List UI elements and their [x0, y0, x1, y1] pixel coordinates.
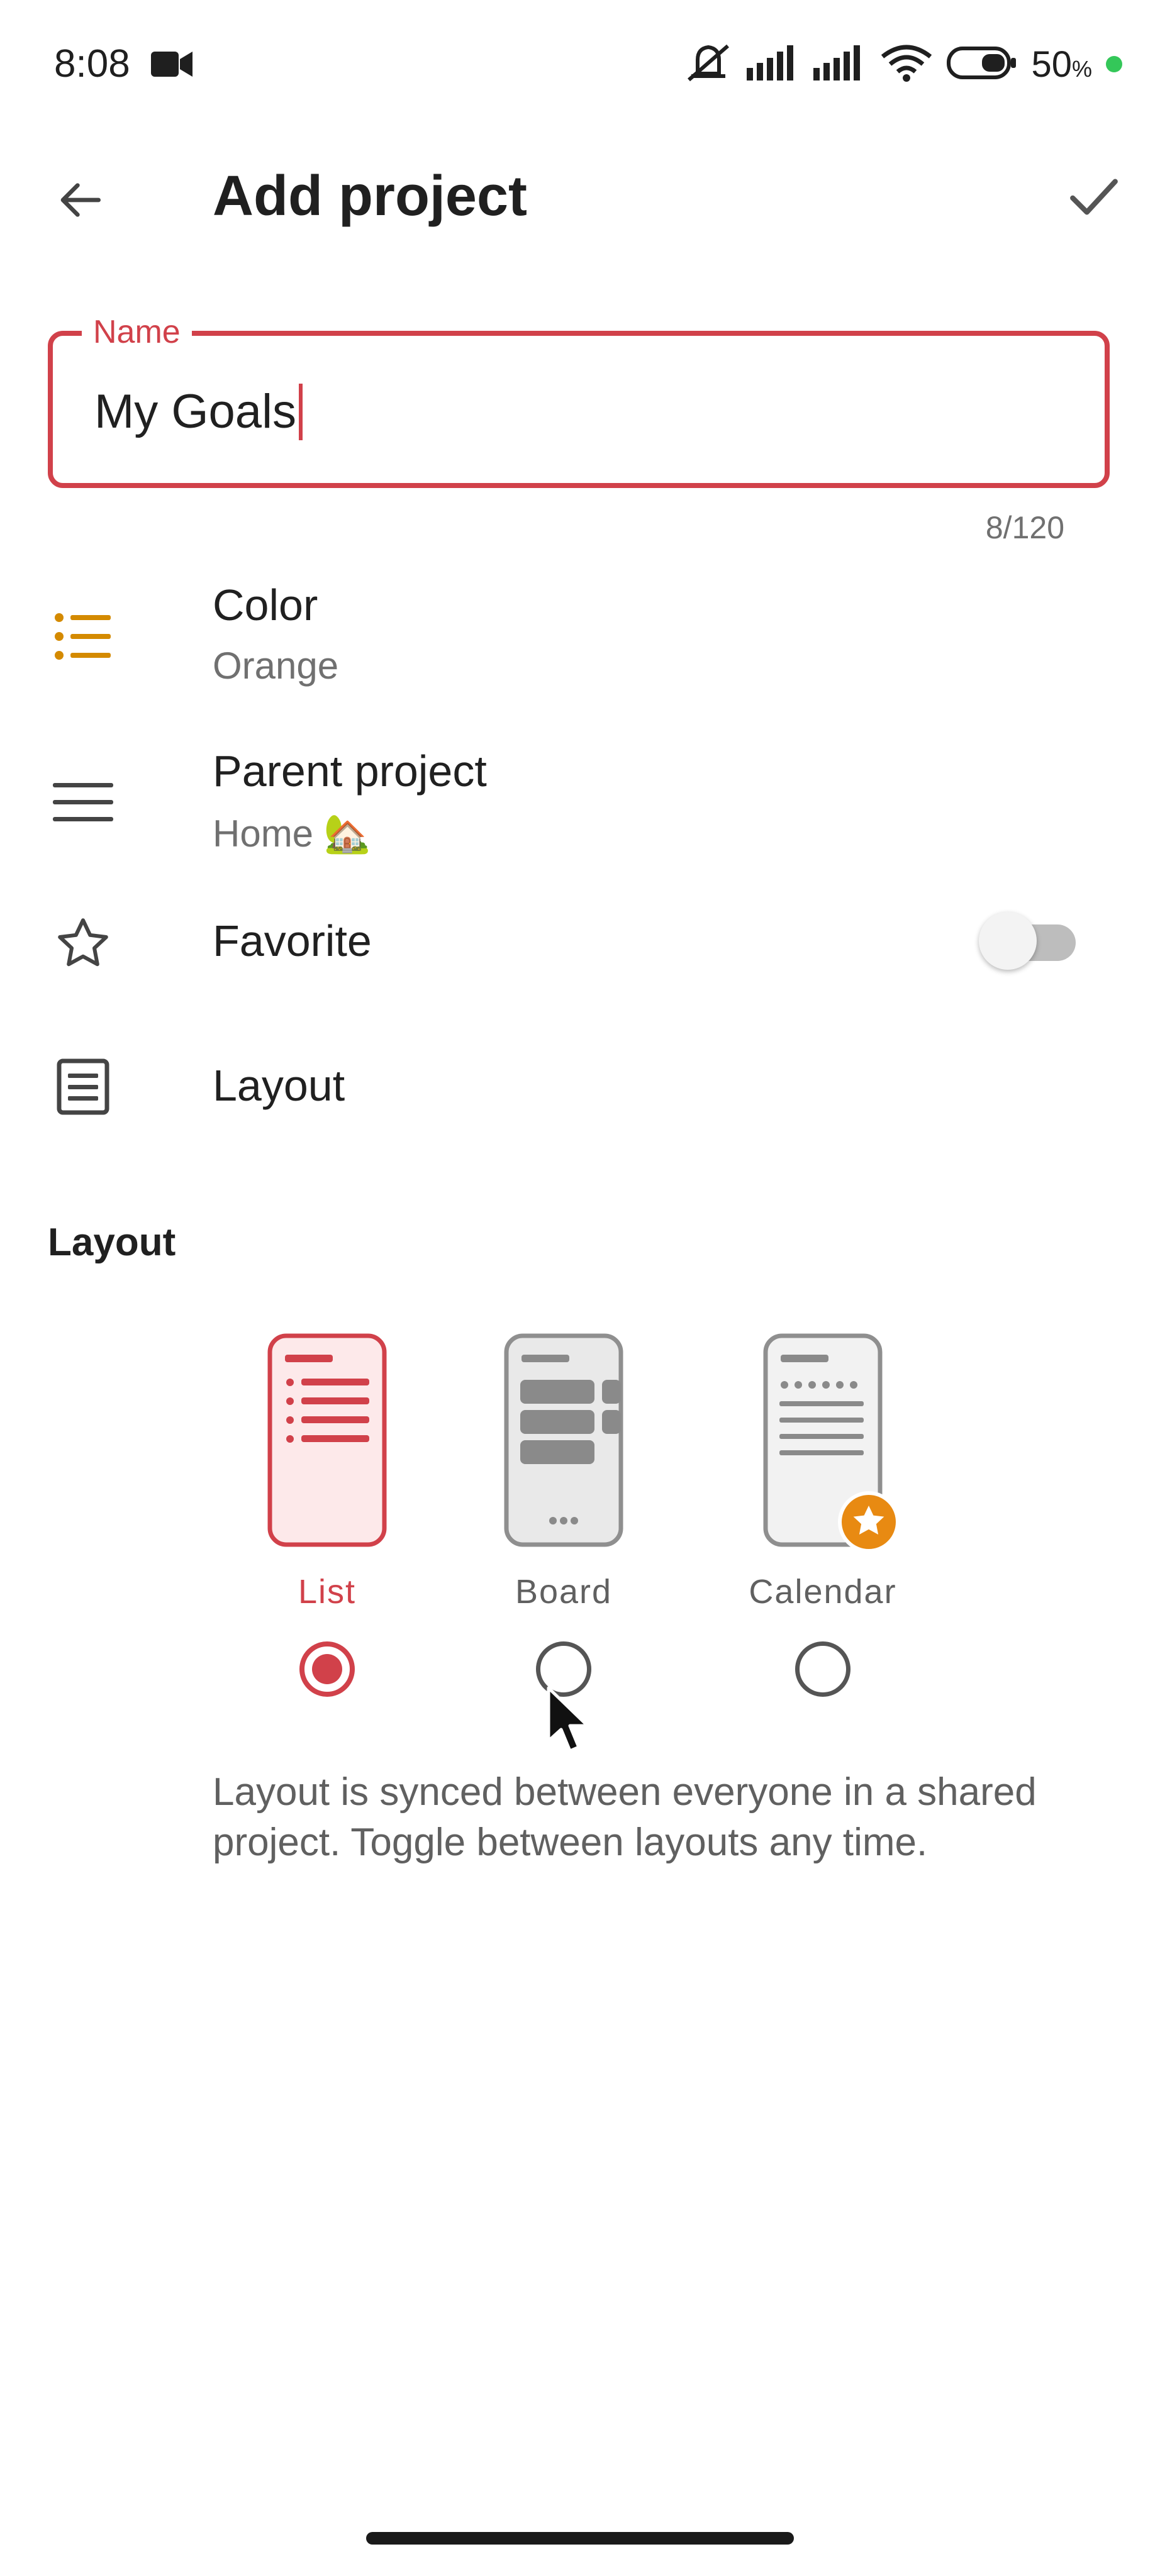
- status-dot: [1106, 56, 1122, 72]
- star-icon: [50, 911, 116, 976]
- name-field-label: Name: [82, 314, 192, 350]
- mute-icon: [684, 42, 733, 87]
- character-counter: 8/120: [985, 510, 1064, 545]
- calendar-label: Calendar: [749, 1573, 897, 1611]
- favorite-toggle-thumb[interactable]: [979, 912, 1037, 970]
- mouse-cursor-icon: [547, 1686, 589, 1753]
- star-badge-icon: [838, 1491, 900, 1553]
- text-caret: [298, 384, 303, 440]
- parent-project-row[interactable]: [0, 740, 1160, 865]
- parent-project-value: Home 🏡: [213, 813, 371, 855]
- list-bullets-icon: [50, 604, 116, 669]
- battery-percent: 50%: [1031, 43, 1092, 85]
- calendar-layout-icon-wrap: [763, 1333, 900, 1553]
- list-radio[interactable]: [299, 1641, 355, 1697]
- name-input-text: My Goals: [94, 385, 296, 438]
- layout-option-board[interactable]: Board: [469, 1333, 658, 1697]
- check-icon: [1070, 179, 1118, 215]
- color-row[interactable]: [0, 574, 1160, 699]
- status-time: 8:08: [54, 42, 130, 86]
- wifi-icon: [880, 44, 933, 85]
- layout-section-header: Layout: [48, 1221, 176, 1264]
- layout-note: Layout is synced between everyone in a s…: [213, 1770, 1037, 1864]
- layout-option-calendar[interactable]: Calendar: [728, 1333, 917, 1697]
- page-title: Add project: [213, 165, 528, 228]
- confirm-button[interactable]: [1053, 156, 1135, 238]
- home-indicator[interactable]: [366, 2532, 794, 2545]
- menu-lines-icon: [50, 770, 116, 835]
- board-layout-icon: [504, 1333, 623, 1547]
- layout-option-list[interactable]: List: [233, 1333, 421, 1697]
- list-layout-icon: [267, 1333, 387, 1547]
- layout-row[interactable]: [0, 1035, 1160, 1136]
- battery-icon: [947, 46, 1017, 82]
- status-icons: 50%: [684, 39, 1122, 89]
- video-camera-icon: [151, 49, 192, 82]
- favorite-title: Favorite: [213, 916, 372, 965]
- color-value: Orange: [213, 645, 339, 687]
- calendar-radio[interactable]: [795, 1641, 850, 1697]
- signal-icon: [747, 45, 800, 84]
- arrow-back-icon: [60, 183, 101, 217]
- board-label: Board: [515, 1573, 613, 1611]
- signal-icon-2: [813, 45, 866, 84]
- list-label: List: [298, 1573, 357, 1611]
- color-title: Color: [213, 580, 318, 630]
- back-button[interactable]: [44, 162, 120, 238]
- document-icon: [50, 1054, 116, 1119]
- parent-project-title: Parent project: [213, 747, 487, 796]
- name-input-value[interactable]: My Goals: [94, 377, 303, 447]
- layout-title: Layout: [213, 1061, 345, 1110]
